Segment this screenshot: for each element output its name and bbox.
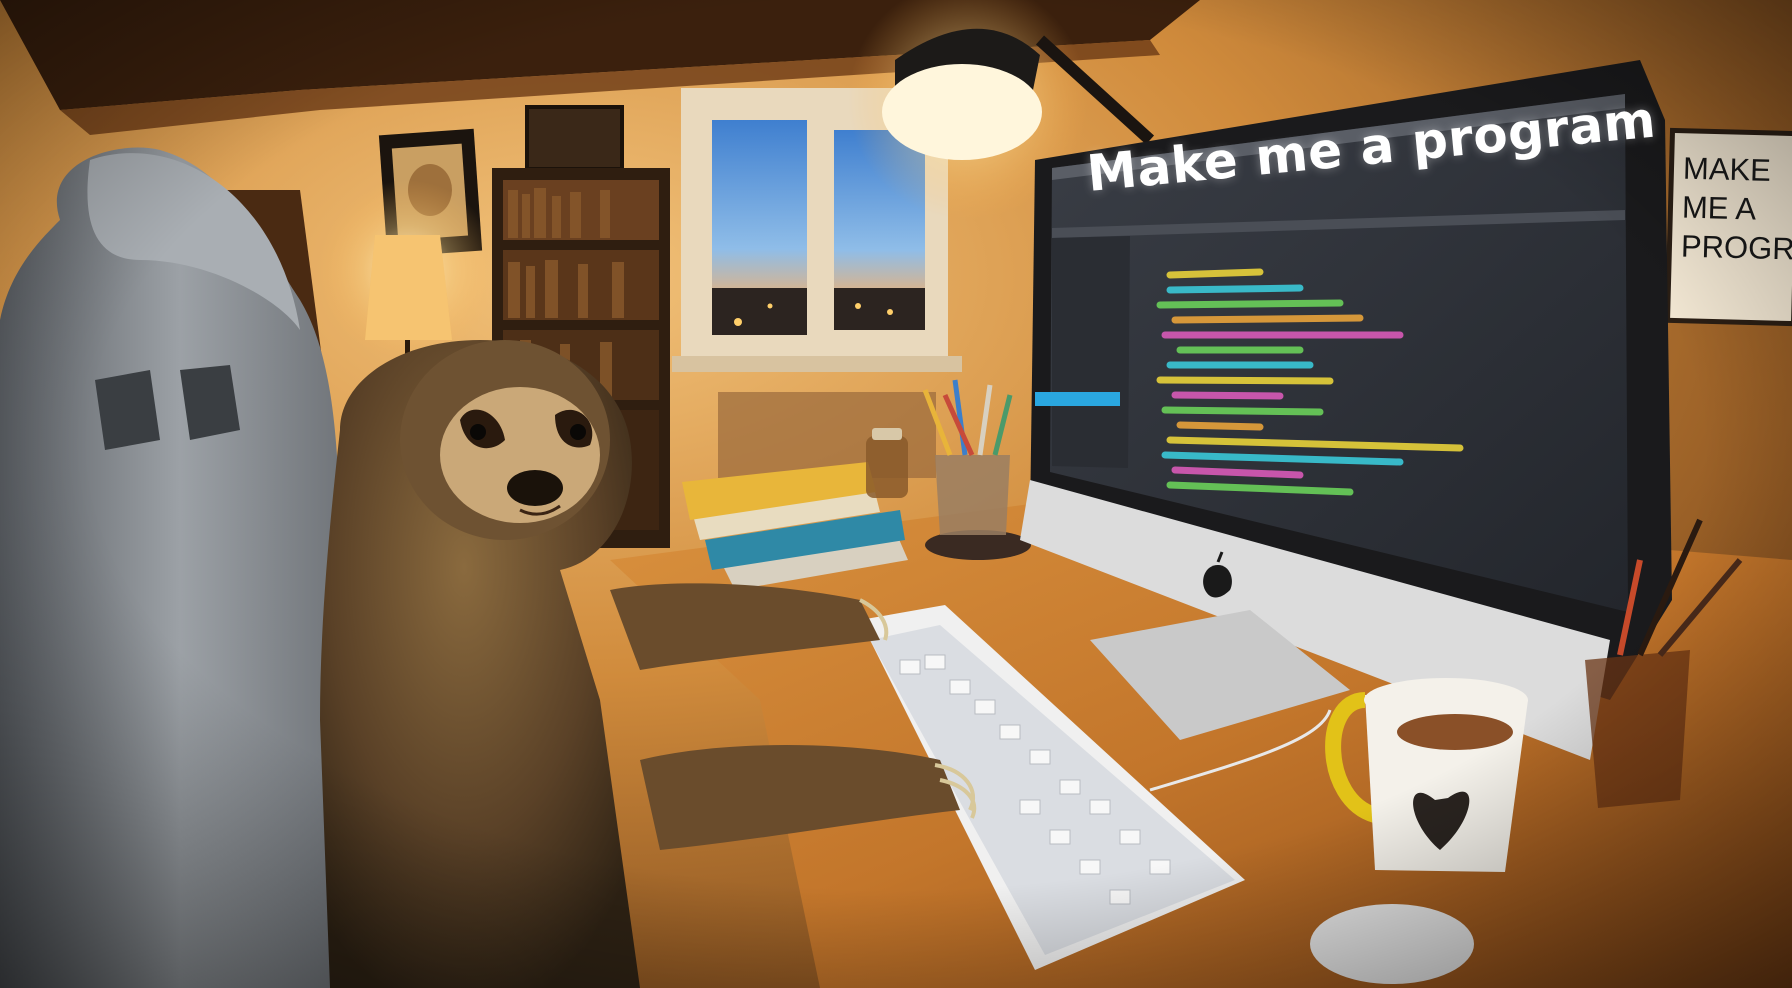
poster-text: MAKE ME A PROGRAM [1680, 149, 1792, 269]
poster-line: MAKE [1682, 150, 1772, 188]
poster-line: PROGRAM [1680, 228, 1792, 268]
poster-line: ME A [1681, 189, 1757, 227]
